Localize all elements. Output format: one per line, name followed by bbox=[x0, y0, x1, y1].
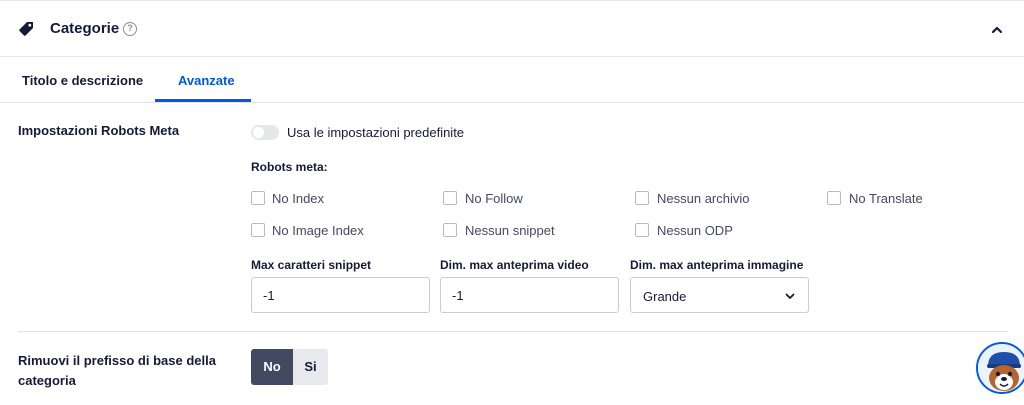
remove-prefix-setting-label: Rimuovi il prefisso di base della catego… bbox=[18, 353, 216, 388]
checkbox-no-translate[interactable] bbox=[827, 191, 841, 205]
checkbox-no-snippet[interactable] bbox=[443, 223, 457, 237]
checkbox-label-no-follow: No Follow bbox=[465, 191, 523, 206]
tag-icon bbox=[19, 22, 33, 36]
checkbox-no-index[interactable] bbox=[251, 191, 265, 205]
prefix-option-no[interactable]: No bbox=[251, 349, 293, 385]
tab-advanced[interactable]: Avanzate bbox=[178, 73, 235, 88]
checkbox-label-no-archive: Nessun archivio bbox=[657, 191, 750, 206]
use-defaults-toggle[interactable] bbox=[251, 125, 279, 140]
checkbox-label-no-image-index: No Image Index bbox=[272, 223, 364, 238]
max-image-label: Dim. max anteprima immagine bbox=[630, 258, 804, 272]
chevron-down-icon bbox=[785, 293, 795, 299]
max-image-selected-value: Grande bbox=[643, 289, 687, 304]
checkbox-no-follow[interactable] bbox=[443, 191, 457, 205]
toggle-knob bbox=[253, 127, 264, 138]
checkbox-no-image-index[interactable] bbox=[251, 223, 265, 237]
assistant-mascot-icon[interactable] bbox=[976, 342, 1024, 394]
help-icon[interactable]: ? bbox=[123, 22, 137, 36]
checkbox-label-no-index: No Index bbox=[272, 191, 325, 206]
use-defaults-label: Usa le impostazioni predefinite bbox=[287, 125, 465, 140]
max-snippet-label: Max caratteri snippet bbox=[251, 258, 372, 272]
active-tab-indicator bbox=[155, 99, 251, 102]
checkbox-label-no-translate: No Translate bbox=[849, 191, 923, 206]
checkbox-no-archive[interactable] bbox=[635, 191, 649, 205]
checkbox-label-no-odp: Nessun ODP bbox=[657, 223, 733, 238]
section-divider bbox=[18, 331, 1008, 332]
tab-title-description[interactable]: Titolo e descrizione bbox=[22, 73, 143, 88]
max-video-input[interactable] bbox=[440, 277, 619, 313]
max-snippet-input[interactable] bbox=[251, 277, 430, 313]
prefix-option-si[interactable]: Si bbox=[293, 349, 328, 385]
robots-meta-title: Robots meta: bbox=[251, 160, 328, 174]
checkbox-label-no-snippet: Nessun snippet bbox=[465, 223, 555, 238]
panel-header[interactable]: Categorie ? bbox=[0, 1, 1024, 57]
mascot-face-icon bbox=[978, 344, 1024, 392]
chevron-up-icon[interactable] bbox=[990, 23, 1004, 37]
robots-meta-setting-label: Impostazioni Robots Meta bbox=[18, 123, 180, 138]
categories-panel: Categorie ? Titolo e descrizione Avanzat… bbox=[0, 0, 1024, 405]
tab-bar: Titolo e descrizione Avanzate bbox=[0, 57, 1024, 103]
checkbox-no-odp[interactable] bbox=[635, 223, 649, 237]
panel-title: Categorie bbox=[50, 20, 120, 37]
max-video-label: Dim. max anteprima video bbox=[440, 258, 589, 272]
max-image-select[interactable]: Grande bbox=[630, 277, 809, 313]
